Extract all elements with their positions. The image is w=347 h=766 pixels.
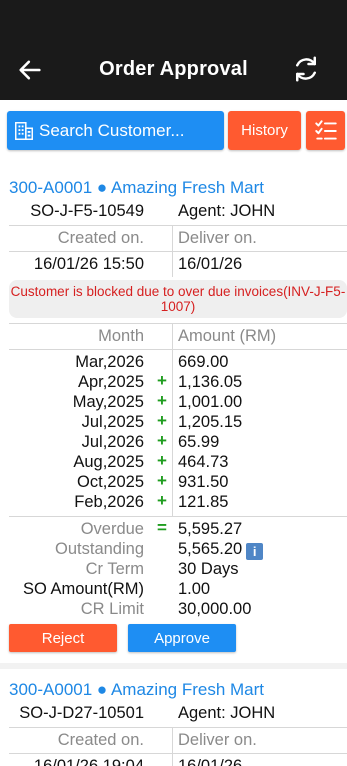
deliver-label: Deliver on.: [178, 731, 257, 749]
deliver-value: 16/01/26: [178, 757, 243, 766]
outstanding-label: Outstanding: [55, 540, 144, 558]
row-month: Jul,2025: [81, 413, 144, 431]
search-customer-label: Search Customer...: [39, 120, 185, 140]
overdue-value: 5,595.27: [178, 520, 243, 538]
row-month: Feb,2026: [74, 493, 144, 511]
toolbar: Search Customer... History: [7, 111, 345, 150]
deliver-label: Deliver on.: [178, 229, 257, 247]
card-divider: [0, 663, 347, 669]
filter-button[interactable]: [306, 111, 345, 150]
so-number: SO-J-F5-10549: [30, 202, 144, 220]
row-month: May,2025: [72, 393, 144, 411]
cr-term-value: 30 Days: [178, 560, 239, 578]
row-amount: 931.50: [178, 473, 229, 491]
so-amount-label: SO Amount(RM): [22, 580, 144, 598]
info-icon[interactable]: i: [246, 543, 264, 560]
outstanding-cell: 5,565.20 i: [178, 540, 264, 560]
row-amount: 1,205.15: [178, 413, 243, 431]
plus-sign: +: [157, 371, 167, 390]
customer-name[interactable]: 300-A0001 ● Amazing Fresh Mart: [9, 680, 264, 700]
deliver-value: 16/01/26: [178, 255, 243, 273]
equals-sign: =: [157, 518, 167, 537]
created-label: Created on.: [57, 229, 144, 247]
plus-sign: +: [157, 391, 167, 410]
so-number: SO-J-D27-10501: [19, 704, 144, 722]
row-month: Aug,2025: [73, 453, 144, 471]
plus-sign: +: [157, 411, 167, 430]
overdue-label: Overdue: [80, 520, 144, 538]
search-customer-button[interactable]: Search Customer...: [7, 111, 224, 150]
row-amount: 464.73: [178, 453, 229, 471]
app-header: Order Approval: [0, 0, 347, 100]
agent-name: Agent: JOHN: [178, 202, 276, 220]
row-amount: 1,001.00: [178, 393, 243, 411]
customer-name[interactable]: 300-A0001 ● Amazing Fresh Mart: [9, 178, 264, 198]
cr-limit-value: 30,000.00: [178, 600, 252, 618]
amount-header: Amount (RM): [178, 327, 277, 345]
plus-sign: +: [157, 431, 167, 450]
month-header: Month: [98, 327, 144, 345]
agent-name: Agent: JOHN: [178, 704, 276, 722]
building-icon: [15, 121, 33, 140]
row-amount: 121.85: [178, 493, 229, 511]
created-label: Created on.: [57, 731, 144, 749]
outstanding-value: 5,565.20: [178, 540, 243, 558]
history-button[interactable]: History: [228, 111, 301, 150]
reject-button[interactable]: Reject: [9, 624, 117, 652]
plus-sign: +: [157, 451, 167, 470]
plus-sign: +: [157, 491, 167, 510]
blocked-alert: Customer is blocked due to over due invo…: [9, 280, 347, 318]
row-month: Jul,2026: [81, 433, 144, 451]
plus-sign: +: [157, 471, 167, 490]
row-amount: 65.99: [178, 433, 220, 451]
created-value: 16/01/26 15:50: [33, 255, 144, 273]
cr-term-label: Cr Term: [85, 560, 144, 578]
row-amount: 669.00: [178, 353, 229, 371]
created-value: 16/01/26 19:04: [33, 757, 144, 766]
row-month: Oct,2025: [77, 473, 144, 491]
row-month: Apr,2025: [77, 373, 144, 391]
checklist-icon: [314, 119, 337, 140]
row-month: Mar,2026: [75, 353, 144, 371]
cr-limit-label: CR Limit: [80, 600, 144, 618]
so-amount-value: 1.00: [178, 580, 211, 598]
refresh-icon[interactable]: [291, 54, 321, 84]
approve-button[interactable]: Approve: [128, 624, 236, 652]
row-amount: 1,136.05: [178, 373, 243, 391]
